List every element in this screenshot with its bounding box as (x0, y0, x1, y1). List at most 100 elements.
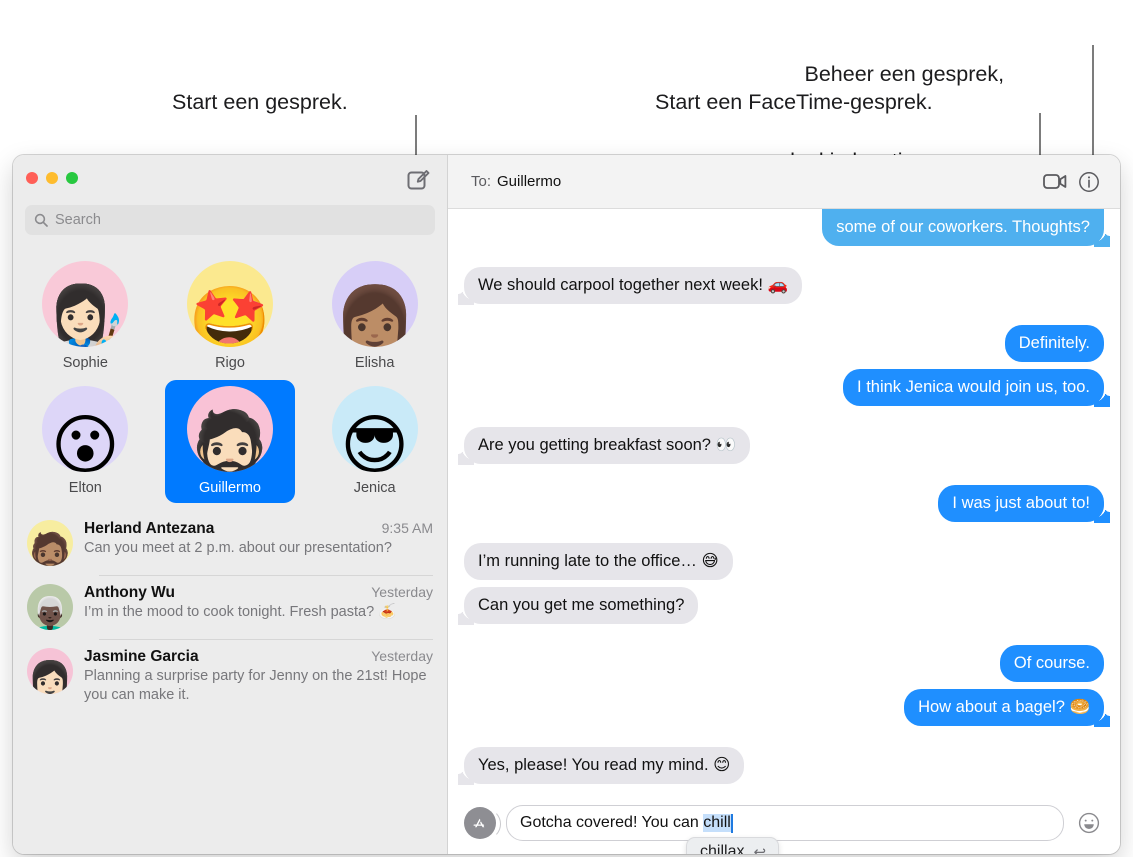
pinned-conversation-elisha[interactable]: 👩🏽 Elisha (310, 255, 440, 378)
pinned-name: Jenica (353, 480, 396, 496)
timestamp: Yesterday (371, 648, 433, 664)
sidebar-titlebar (13, 155, 447, 205)
close-button[interactable] (26, 172, 38, 184)
message-group-spacer (464, 733, 1104, 747)
incoming-message-bubble[interactable]: We should carpool together next week! 🚗 (464, 267, 803, 304)
incoming-message-bubble[interactable]: I’m running late to the office… 😅 (464, 543, 733, 580)
pinned-name: Sophie (62, 355, 108, 371)
message-row: Can you get me something? (464, 587, 1104, 624)
leader-line-info (1092, 45, 1094, 169)
list-item[interactable]: 👩🏻 Jasmine Garcia Yesterday Planning a surp… (13, 639, 447, 714)
pinned-conversation-guillermo[interactable]: 🧔🏻 Guillermo (164, 380, 295, 503)
incoming-message-bubble[interactable]: Are you getting breakfast soon? 👀 (464, 427, 751, 464)
search-placeholder: Search (55, 212, 101, 228)
autocomplete-suggestion[interactable]: chillax ↩ (686, 837, 780, 854)
incoming-message-bubble[interactable]: Yes, please! You read my mind. 😊 (464, 747, 745, 784)
smiley-face-icon (1078, 812, 1100, 834)
pinned-conversation-rigo[interactable]: 🤩 Rigo (165, 255, 295, 378)
zoom-button[interactable] (66, 172, 78, 184)
conversation-header: To: Guillermo (448, 155, 1120, 209)
message-input[interactable]: Gotcha covered! You can chill (506, 805, 1064, 841)
message-preview: Can you meet at 2 p.m. about our present… (84, 540, 392, 556)
outgoing-message-bubble[interactable]: Definitely. (1004, 325, 1104, 362)
autocomplete-word: chillax (700, 843, 745, 854)
message-group-spacer (464, 253, 1104, 267)
message-row: We should carpool together next week! 🚗 (464, 267, 1104, 304)
message-group-spacer (464, 311, 1104, 325)
window-controls (26, 172, 78, 184)
to-label: To: (471, 173, 492, 190)
list-item[interactable]: 👨🏿‍🦳 Anthony Wu Yesterday I’m in the mood t… (13, 575, 447, 639)
message-row: Are you getting breakfast soon? 👀 (464, 427, 1104, 464)
facetime-button[interactable] (1038, 167, 1072, 197)
messages-window: Search 👩🏻‍🎨 Sophie 🤩 Rigo 👩🏽 Elisha 😮 Elton 🧔🏻 Gu… (13, 155, 1120, 854)
conversation-pane: To: Guillermo some of our coworkers. Tho… (448, 155, 1120, 854)
avatar: 👩🏻‍🎨 (42, 261, 129, 347)
pinned-name: Guillermo (198, 480, 261, 496)
message-row: How about a bagel? 🥯 (464, 689, 1104, 726)
message-group-spacer (464, 471, 1104, 485)
message-row: I was just about to! (464, 485, 1104, 522)
pinned-conversation-jenica[interactable]: 😎 Jenica (310, 380, 440, 503)
search-input[interactable]: Search (25, 205, 435, 235)
avatar: 😮 (42, 386, 129, 472)
outgoing-message-bubble[interactable]: I think Jenica would join us, too. (843, 369, 1104, 406)
outgoing-message-bubble[interactable]: How about a bagel? 🥯 (904, 689, 1104, 726)
pinned-name: Elisha (354, 355, 395, 371)
message-input-selected-word: chill (703, 814, 731, 832)
pinned-conversation-elton[interactable]: 😮 Elton (20, 380, 150, 503)
pinned-conversation-sophie[interactable]: 👩🏻‍🎨 Sophie (20, 255, 150, 378)
search-container: Search (13, 205, 447, 247)
list-item-body: Herland Antezana 9:35 AM Can you meet at 2… (84, 520, 433, 566)
list-item-header: Jasmine Garcia Yesterday (84, 648, 433, 666)
pinned-name: Elton (68, 480, 102, 496)
message-group-spacer (464, 529, 1104, 543)
search-icon (34, 213, 48, 227)
message-row: I think Jenica would join us, too. (464, 369, 1104, 406)
message-row: Of course. (464, 645, 1104, 682)
list-item[interactable]: 🧔🏽 Herland Antezana 9:35 AM Can you meet at… (13, 511, 447, 575)
timestamp: 9:35 AM (381, 520, 433, 536)
contact-name: Jasmine Garcia (84, 648, 199, 665)
pinned-name: Rigo (215, 355, 245, 371)
return-key-glyph: ↩ (753, 844, 767, 854)
pinned-conversations-grid: 👩🏻‍🎨 Sophie 🤩 Rigo 👩🏽 Elisha 😮 Elton 🧔🏻 Guillermo… (13, 247, 447, 507)
message-input-text-before: Gotcha covered! You can (520, 814, 704, 831)
compose-icon[interactable] (405, 167, 431, 193)
recipient-name[interactable]: Guillermo (497, 173, 561, 190)
message-thread[interactable]: some of our coworkers. Thoughts? We shoul… (448, 209, 1120, 792)
message-row: Definitely. (464, 325, 1104, 362)
list-item-header: Anthony Wu Yesterday (84, 584, 433, 602)
minimize-button[interactable] (46, 172, 58, 184)
avatar: 👩🏻 (27, 648, 73, 694)
avatar: 😎 (331, 386, 418, 472)
list-item-body: Jasmine Garcia Yesterday Planning a surpri… (84, 648, 433, 705)
list-item-header: Herland Antezana 9:35 AM (84, 520, 433, 538)
message-row: Yes, please! You read my mind. 😊 (464, 747, 1104, 784)
outgoing-message-bubble[interactable]: Of course. (999, 645, 1104, 682)
avatar: 🧔🏽 (27, 520, 73, 566)
outgoing-message-bubble[interactable]: I was just about to! (938, 485, 1104, 522)
callout-manage-line1: Beheer een gesprek, (804, 62, 1005, 86)
sidebar: Search 👩🏻‍🎨 Sophie 🤩 Rigo 👩🏽 Elisha 😮 Elton 🧔🏻 Gu… (13, 155, 448, 854)
contact-name: Anthony Wu (84, 584, 175, 601)
composer-bar: Gotcha covered! You can chill chillax ↩ (448, 792, 1120, 854)
avatar: 👩🏽 (331, 261, 418, 347)
timestamp: Yesterday (371, 584, 433, 600)
video-camera-icon (1043, 174, 1067, 189)
conversation-list: 🧔🏽 Herland Antezana 9:35 AM Can you meet at… (13, 507, 447, 854)
contact-name: Herland Antezana (84, 520, 215, 537)
avatar: 👨🏿‍🦳 (27, 584, 73, 630)
message-preview: I’m in the mood to cook tonight. Fresh p… (84, 604, 397, 620)
message-row: some of our coworkers. Thoughts? (464, 209, 1104, 246)
app-store-icon[interactable] (464, 807, 501, 839)
callout-start-conversation: Start een gesprek. (172, 90, 348, 114)
text-cursor (730, 813, 733, 833)
incoming-message-bubble[interactable]: Can you get me something? (464, 587, 699, 624)
outgoing-message-bubble[interactable]: some of our coworkers. Thoughts? (822, 209, 1104, 246)
message-row: I’m running late to the office… 😅 (464, 543, 1104, 580)
info-circle-icon (1079, 171, 1099, 192)
details-info-button[interactable] (1072, 167, 1106, 197)
message-preview: Planning a surprise party for Jenny on t… (84, 668, 427, 703)
emoji-picker-button[interactable] (1074, 808, 1104, 838)
